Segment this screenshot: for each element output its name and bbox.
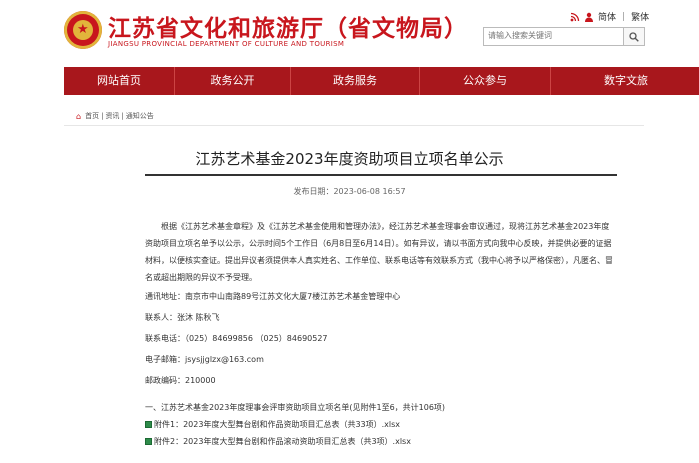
attachment-link[interactable]: 附件1：2023年度大型舞台剧和作品资助项目汇总表（共33项）.xlsx	[145, 416, 617, 433]
search-box	[483, 27, 645, 46]
home-icon: ⌂	[76, 111, 82, 121]
lang-simplified-link[interactable]: 简体	[598, 10, 616, 23]
contact-phone: 联系电话：（025）84699856 （025）84690527	[145, 334, 328, 343]
breadcrumb-notices[interactable]: 通知公告	[126, 111, 154, 121]
article-body: 根据《江苏艺术基金章程》及《江苏艺术基金使用和管理办法》，经江苏艺术基金理事会审…	[145, 218, 617, 450]
article-title: 江苏艺术基金2023年度资助项目立项名单公示	[195, 150, 504, 168]
title-divider	[145, 174, 617, 176]
search-input[interactable]	[484, 28, 620, 43]
search-icon	[629, 32, 639, 42]
article-paragraph: 根据《江苏艺术基金章程》及《江苏艺术基金使用和管理办法》，经江苏艺术基金理事会审…	[145, 222, 613, 282]
national-emblem-icon[interactable]	[64, 11, 102, 49]
breadcrumb-home[interactable]: 首页	[85, 111, 99, 121]
breadcrumb: ⌂ 首页 | 资讯 | 通知公告	[76, 111, 154, 121]
main-nav: 网站首页 政务公开 政务服务 公众参与 数字文旅	[64, 67, 699, 95]
contact-postcode: 邮政编码：210000	[145, 376, 216, 385]
nav-item-public-participation[interactable]: 公众参与	[420, 67, 551, 95]
breadcrumb-separator: |	[121, 112, 124, 120]
site-header: 江苏省文化和旅游厅（省文物局） JIANGSU PROVINCIAL DEPAR…	[0, 0, 699, 66]
attachment-label[interactable]: 附件2：2023年度大型舞台剧和作品滚动资助项目汇总表（共3项）.xlsx	[154, 437, 411, 446]
excel-file-icon	[145, 438, 152, 445]
attachment-label[interactable]: 附件1：2023年度大型舞台剧和作品资助项目汇总表（共33项）.xlsx	[154, 420, 400, 429]
nav-item-government-affairs[interactable]: 政务公开	[175, 67, 291, 95]
contact-email: 电子邮箱：jsysjjglzx@163.com	[145, 355, 264, 364]
site-subtitle: JIANGSU PROVINCIAL DEPARTMENT OF CULTURE…	[108, 40, 345, 48]
rss-icon[interactable]	[570, 12, 580, 22]
user-icon[interactable]	[584, 12, 594, 22]
breadcrumb-news[interactable]: 资讯	[105, 111, 119, 121]
excel-file-icon	[145, 421, 152, 428]
breadcrumb-divider	[64, 125, 644, 126]
attachment-link[interactable]: 附件2：2023年度大型舞台剧和作品滚动资助项目汇总表（共3项）.xlsx	[145, 433, 617, 450]
nav-item-government-services[interactable]: 政务服务	[291, 67, 420, 95]
lang-traditional-link[interactable]: 繁体	[631, 10, 649, 23]
contact-address: 通讯地址：南京市中山南路89号江苏文化大厦7楼江苏艺术基金管理中心	[145, 292, 401, 301]
top-utility-bar: 简体 | 繁体	[570, 10, 649, 23]
breadcrumb-separator: |	[101, 112, 104, 120]
site-title[interactable]: 江苏省文化和旅游厅（省文物局）	[108, 9, 468, 43]
publish-date: 发布日期：2023-06-08 16:57	[293, 187, 406, 196]
lang-separator: |	[622, 11, 626, 22]
search-button[interactable]	[623, 28, 644, 45]
section-heading: 一、江苏艺术基金2023年度理事会评审资助项目立项名单(见附件1至6，共计106…	[145, 403, 446, 412]
contact-person: 联系人：张沐 陈秋飞	[145, 313, 220, 322]
nav-item-digital-culture-tourism[interactable]: 数字文旅	[551, 67, 699, 95]
nav-item-home[interactable]: 网站首页	[64, 67, 175, 95]
